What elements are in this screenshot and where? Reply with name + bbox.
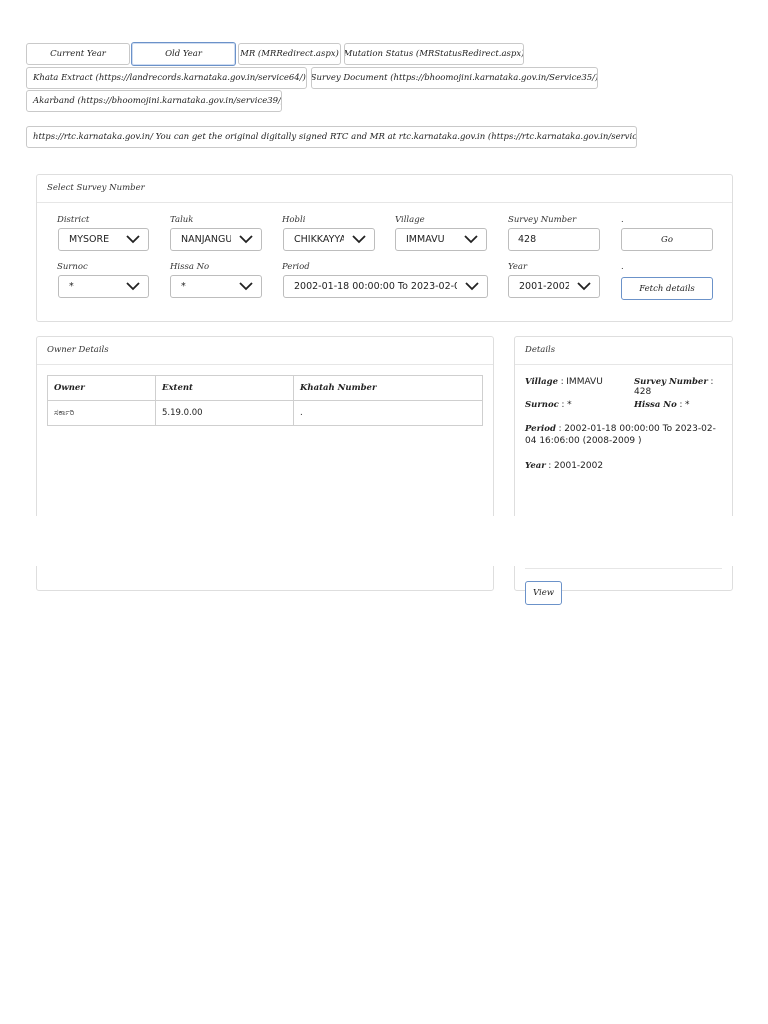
year-detail-value: 2001-2002 bbox=[554, 461, 604, 471]
hissa-value: * bbox=[181, 281, 186, 292]
tab-old-year[interactable]: Old Year bbox=[131, 42, 236, 66]
surnoc-detail: Surnoc : * bbox=[525, 400, 572, 410]
chevron-down-icon bbox=[344, 229, 374, 250]
village-detail-label: Village bbox=[525, 377, 558, 387]
hissa-label: Hissa No bbox=[170, 262, 210, 272]
owner-table-header: Owner Extent Khatah Number bbox=[47, 375, 483, 401]
surnoc-select[interactable]: * bbox=[58, 275, 149, 298]
survey-panel-title: Select Survey Number bbox=[47, 183, 145, 193]
taluk-select[interactable]: NANJANGUD bbox=[170, 228, 262, 251]
year-detail-label: Year bbox=[525, 461, 546, 471]
period-select[interactable]: 2002-01-18 00:00:00 To 2023-02-04 16:06:… bbox=[283, 275, 488, 298]
hissa-detail-label: Hissa No bbox=[634, 400, 677, 410]
rtc-link[interactable]: https://rtc.karnataka.gov.in/ You can ge… bbox=[26, 126, 637, 148]
hobli-value: CHIKKAYYA bbox=[294, 234, 344, 245]
district-label: District bbox=[57, 215, 90, 225]
chevron-down-icon bbox=[118, 229, 148, 250]
year-value: 2001-2002 bbox=[519, 281, 569, 292]
hissa-detail-value: * bbox=[685, 400, 690, 410]
surnoc-detail-label: Surnoc bbox=[525, 400, 559, 410]
hobli-select[interactable]: CHIKKAYYA bbox=[283, 228, 375, 251]
tab-current-year[interactable]: Current Year bbox=[26, 43, 130, 65]
year-label: Year bbox=[508, 262, 528, 272]
taluk-value: NANJANGUD bbox=[181, 234, 231, 245]
hissa-detail: Hissa No : * bbox=[634, 400, 690, 410]
chevron-down-icon bbox=[456, 229, 486, 250]
year-detail: Year : 2001-2002 bbox=[525, 461, 604, 471]
district-select[interactable]: MYSORE bbox=[58, 228, 149, 251]
view-button[interactable]: View bbox=[525, 581, 562, 605]
district-value: MYSORE bbox=[69, 234, 110, 245]
hissa-select[interactable]: * bbox=[170, 275, 262, 298]
divider bbox=[37, 364, 493, 365]
chevron-down-icon bbox=[118, 276, 148, 297]
village-value: IMMAVU bbox=[406, 234, 445, 245]
survey-detail-label: Survey Number bbox=[634, 377, 708, 387]
period-label: Period bbox=[282, 262, 310, 272]
period-detail: Period : 2002-01-18 00:00:00 To 2023-02-… bbox=[525, 424, 716, 446]
year-select[interactable]: 2001-2002 bbox=[508, 275, 600, 298]
divider bbox=[37, 202, 732, 203]
tab-akarband[interactable]: Akarband (https://bhoomojini.karnataka.g… bbox=[26, 90, 282, 112]
survey-number-input[interactable]: 428 bbox=[508, 228, 600, 251]
surnoc-value: * bbox=[69, 281, 74, 292]
go-button[interactable]: Go bbox=[621, 228, 713, 251]
table-row: ಸರ್ಕಾರಿ 5.19.0.00 . bbox=[47, 400, 483, 426]
tab-khata-extract[interactable]: Khata Extract (https://landrecords.karna… bbox=[26, 67, 307, 89]
chevron-down-icon bbox=[457, 276, 487, 297]
khatah-cell: . bbox=[293, 400, 483, 426]
divider bbox=[525, 568, 722, 569]
khatah-column-header: Khatah Number bbox=[293, 375, 483, 401]
divider bbox=[515, 364, 732, 365]
owner-column-header: Owner bbox=[47, 375, 156, 401]
dot-label: . bbox=[621, 262, 624, 272]
village-detail-value: IMMAVU bbox=[566, 377, 603, 387]
owner-table: Owner Extent Khatah Number ಸರ್ಕಾರಿ 5.19.… bbox=[47, 375, 483, 426]
chevron-down-icon bbox=[569, 276, 599, 297]
taluk-label: Taluk bbox=[170, 215, 194, 225]
surnoc-label: Surnoc bbox=[57, 262, 88, 272]
survey-detail: Survey Number : 428 bbox=[634, 377, 714, 397]
survey-detail-value: 428 bbox=[634, 387, 652, 397]
hobli-label: Hobli bbox=[282, 215, 306, 225]
surnoc-detail-value: * bbox=[567, 400, 572, 410]
period-value: 2002-01-18 00:00:00 To 2023-02-04 16:06:… bbox=[294, 281, 457, 292]
period-detail-label: Period bbox=[525, 424, 556, 434]
page-gap bbox=[0, 516, 768, 566]
village-select[interactable]: IMMAVU bbox=[395, 228, 487, 251]
chevron-down-icon bbox=[231, 229, 261, 250]
chevron-down-icon bbox=[231, 276, 261, 297]
village-detail: Village : IMMAVU bbox=[525, 377, 603, 387]
tab-mutation-status[interactable]: Mutation Status (MRStatusRedirect.aspx) bbox=[344, 43, 524, 65]
tab-survey-document[interactable]: Survey Document (https://bhoomojini.karn… bbox=[311, 67, 598, 89]
dot-label: . bbox=[621, 215, 624, 225]
fetch-details-button[interactable]: Fetch details bbox=[621, 277, 713, 300]
extent-cell: 5.19.0.00 bbox=[155, 400, 294, 426]
village-label: Village bbox=[395, 215, 425, 225]
survey-number-label: Survey Number bbox=[508, 215, 577, 225]
tab-mr[interactable]: MR (MRRedirect.aspx) bbox=[238, 43, 341, 65]
owner-cell: ಸರ್ಕಾರಿ bbox=[47, 400, 156, 426]
survey-panel: Select Survey Number District Taluk Hobl… bbox=[36, 174, 733, 322]
details-title: Details bbox=[525, 345, 556, 355]
extent-column-header: Extent bbox=[155, 375, 294, 401]
owner-details-title: Owner Details bbox=[47, 345, 109, 355]
